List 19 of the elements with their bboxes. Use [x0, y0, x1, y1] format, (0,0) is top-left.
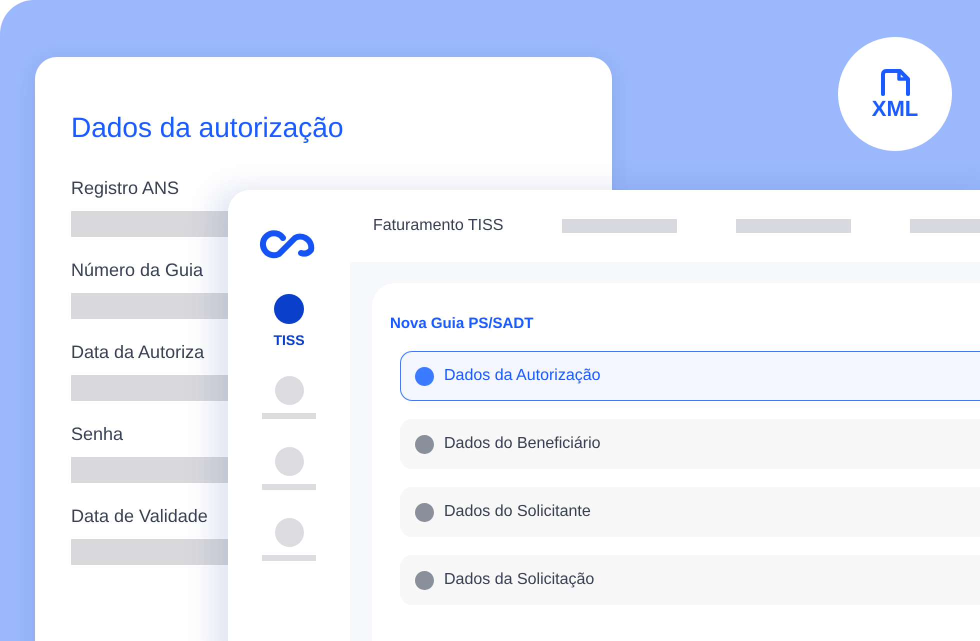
placeholder-bar	[262, 413, 316, 419]
field-label: Data de Validade	[71, 505, 208, 527]
field-label: Número da Guia	[71, 259, 204, 281]
step-item[interactable]: Dados do Solicitante	[400, 487, 980, 537]
placeholder-circle	[274, 447, 304, 476]
placeholder-circle	[274, 376, 304, 405]
placeholder-bar	[262, 484, 316, 490]
step-item[interactable]: Dados da Solicitação	[400, 555, 980, 605]
header-title: Faturamento TISS	[373, 217, 504, 235]
field-label: Senha	[71, 423, 124, 445]
field-label: Data da Autoriza	[71, 341, 204, 363]
field-label: Registro ANS	[71, 177, 180, 199]
step-item[interactable]: Dados do Beneficiário	[400, 419, 980, 469]
step-item[interactable]: Dados da Autorização	[400, 351, 980, 401]
placeholder-bar	[262, 555, 316, 561]
placeholder-circle	[274, 518, 304, 547]
form-title: Dados da autorização	[71, 111, 344, 145]
card-title: Nova Guia PS/SADT	[390, 315, 534, 333]
xml-label: XML	[872, 98, 918, 120]
